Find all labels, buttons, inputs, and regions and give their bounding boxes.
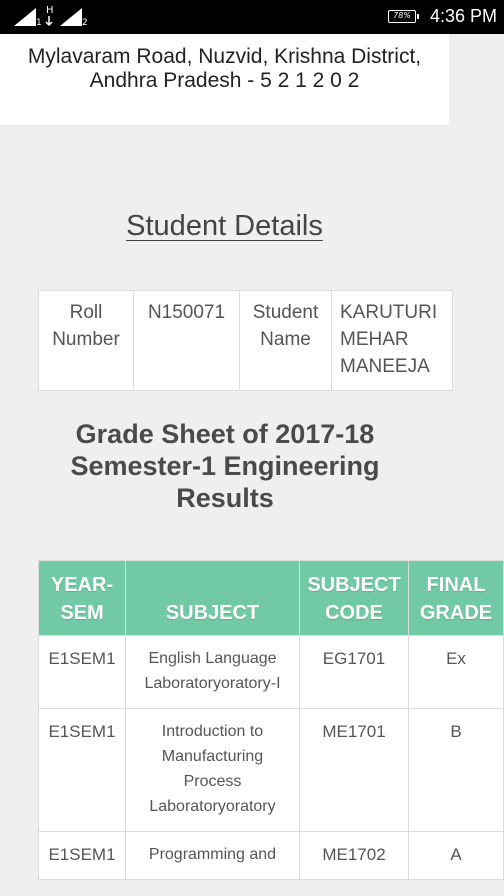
signal-icon xyxy=(14,8,36,26)
roll-number-value: N150071 xyxy=(133,290,240,391)
header-final-grade: FINAL GRADE xyxy=(408,560,504,636)
cell-subject: Programming and xyxy=(125,831,300,880)
header-year-sem: YEAR-SEM xyxy=(38,560,126,636)
grade-table-header: YEAR-SEM SUBJECT SUBJECT CODE FINAL GRAD… xyxy=(38,560,504,636)
cell-subject: English Language Laboratoryoratory-I xyxy=(125,635,300,709)
table-row: E1SEM1 Introduction to Manufacturing Pro… xyxy=(38,708,504,832)
student-name-value: KARUTURI MEHAR MANEEJA xyxy=(331,290,453,391)
cell-final-grade: A xyxy=(408,831,504,880)
student-details-title: Student Details xyxy=(126,210,323,242)
address-card: Mylavaram Road, Nuzvid, Krishna District… xyxy=(0,34,449,125)
cell-year-sem: E1SEM1 xyxy=(38,831,126,880)
cell-subject-code: EG1701 xyxy=(299,635,409,709)
clock: 4:36 PM xyxy=(430,6,498,26)
cell-subject: Introduction to Manufacturing Process La… xyxy=(125,708,300,832)
student-name-label: Student Name xyxy=(239,290,332,391)
address-line-1: Mylavaram Road, Nuzvid, Krishna District… xyxy=(27,45,422,68)
grade-sheet-title: Grade Sheet of 2017-18 Semester-1 Engine… xyxy=(70,419,380,513)
cell-subject-code: ME1702 xyxy=(299,831,409,880)
table-row: E1SEM1 Programming and ME1702 A xyxy=(38,831,504,880)
cell-year-sem: E1SEM1 xyxy=(38,708,126,832)
roll-number-label: Roll Number xyxy=(38,290,134,391)
data-arrows-icon xyxy=(44,16,54,26)
student-details-table: Roll Number N150071 Student Name KARUTUR… xyxy=(38,290,453,391)
address-line-2: Andhra Pradesh - 5 2 1 2 0 2 xyxy=(89,69,360,92)
network-type-label: H xyxy=(46,5,54,16)
grade-table: YEAR-SEM SUBJECT SUBJECT CODE FINAL GRAD… xyxy=(38,560,504,880)
cell-final-grade: Ex xyxy=(408,635,504,709)
header-subject: SUBJECT xyxy=(125,560,300,636)
status-bar: 1 H 2 78% 4:36 PM xyxy=(0,0,504,34)
sim1-label: 1 xyxy=(36,18,42,28)
battery-icon: 78% xyxy=(388,10,419,23)
cell-final-grade: B xyxy=(408,708,504,832)
signal-icon-2 xyxy=(60,8,82,26)
cell-subject-code: ME1701 xyxy=(299,708,409,832)
table-row: E1SEM1 English Language Laboratoryorator… xyxy=(38,635,504,709)
sim2-label: 2 xyxy=(82,18,88,28)
table-row: Roll Number N150071 Student Name KARUTUR… xyxy=(38,290,453,391)
header-subject-code: SUBJECT CODE xyxy=(299,560,409,636)
cell-year-sem: E1SEM1 xyxy=(38,635,126,709)
